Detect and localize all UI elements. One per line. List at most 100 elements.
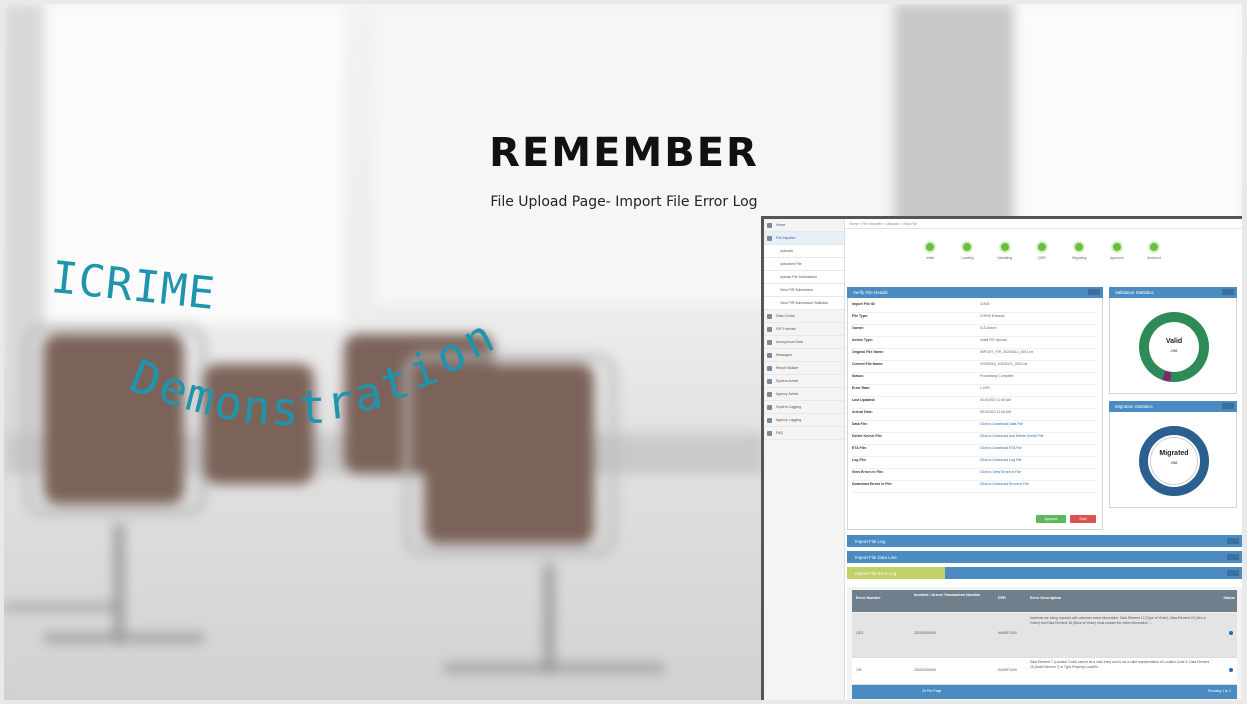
sidebar-item[interactable]: Data Centre: [764, 310, 844, 323]
expand-icon[interactable]: [1227, 538, 1239, 544]
sidebar-item[interactable]: Anonymous Data: [764, 336, 844, 349]
dfr-value: HAHRF1200: [998, 631, 1017, 635]
detail-row: Import File ID: 11503: [852, 302, 1098, 313]
panel-tools-icon[interactable]: [1222, 403, 1234, 409]
detail-link[interactable]: Click to Download Log File: [980, 458, 1021, 462]
approve-button[interactable]: Approve: [1036, 515, 1066, 523]
detail-value: Processing Complete: [980, 374, 1014, 378]
detail-row: Delete Kernel File: Click to Download and…: [852, 434, 1098, 445]
slide-title: REMEMBER: [489, 130, 759, 176]
detail-key: ETA File:: [852, 446, 867, 450]
slide: REMEMBER File Upload Page- Import File E…: [4, 4, 1242, 700]
expand-icon[interactable]: [1227, 554, 1239, 560]
error-number: 1201: [856, 631, 864, 635]
check-icon: [1147, 241, 1160, 253]
detail-link[interactable]: Click to Download ETA File: [980, 446, 1022, 450]
menu-icon: [767, 365, 772, 371]
detail-row: Original File Name: IMPORT_FIR_20200511_0…: [852, 350, 1098, 361]
workflow-step: QDR: [1029, 241, 1055, 260]
expand-icon[interactable]: [1227, 570, 1239, 576]
panel-tools-icon[interactable]: [1088, 289, 1100, 295]
workflow-step: Initial: [917, 241, 943, 260]
sidebar-item[interactable]: Uploads: [764, 245, 844, 258]
sidebar-item-label: View FIR Submission: [780, 288, 814, 292]
sidebar-item[interactable]: FAQ: [764, 427, 844, 440]
detail-value: CHRIS Extracts: [980, 314, 1005, 318]
col-transaction-number[interactable]: Incident / Arrest Transaction Number: [914, 593, 984, 597]
sidebar-item[interactable]: Messages: [764, 349, 844, 362]
sidebar-item[interactable]: System Logging: [764, 401, 844, 414]
error-number: 109: [856, 668, 862, 672]
menu-icon: [767, 326, 772, 332]
watermark-letter: s: [269, 381, 300, 437]
sidebar-item[interactable]: Report Builder: [764, 362, 844, 375]
validation-panel-title: Validation Statistics: [1115, 290, 1154, 295]
detail-row: Download Errors in File: Click to Downloa…: [852, 482, 1098, 493]
menu-icon: [767, 404, 772, 410]
workflow-step-label: Validating: [997, 256, 1013, 260]
detail-link[interactable]: Click to Download Data File: [980, 422, 1023, 426]
watermark-letter: n: [240, 378, 274, 436]
app-screenshot: Home File Importer Uploads Uploaded File Upl…: [761, 216, 1242, 700]
workflow-step-label: Migrating: [1072, 256, 1087, 260]
pager-info: Showing 1 to 2: [1207, 689, 1231, 693]
watermark-demonstration: Demonstration: [123, 309, 503, 437]
import-file-data-line-bar[interactable]: Import File Data Line: [847, 551, 1242, 563]
sidebar-item[interactable]: Uploaded File: [764, 258, 844, 271]
workflow-step: Validating: [992, 241, 1018, 260]
sidebar-item[interactable]: View FIR Submission Statistics: [764, 297, 844, 310]
sidebar-item-label: Messages: [776, 353, 792, 357]
slide-subtitle: File Upload Page- Import File Error Log: [490, 194, 758, 210]
migration-panel-title: Migration Statistics: [1115, 404, 1153, 409]
sidebar-item[interactable]: Home: [764, 219, 844, 232]
validation-donut-chart: Valid 298: [1139, 312, 1209, 382]
page-size-selector[interactable]: 25 Per Page: [922, 689, 941, 693]
status-icon[interactable]: [1229, 668, 1233, 672]
workflow-step-label: Approval: [1109, 256, 1124, 260]
detail-link[interactable]: Click to View Errors in File: [980, 470, 1021, 474]
sidebar-item[interactable]: Agency Logging: [764, 414, 844, 427]
sidebar-item-label: Report Builder: [776, 366, 799, 370]
sidebar-item-label: Agency Logging: [776, 418, 802, 422]
sidebar-item[interactable]: File Importer: [764, 232, 844, 245]
import-file-error-log-bar[interactable]: Import File Error Log: [847, 567, 1242, 579]
table-row[interactable]: 1201 202200000000 HAHRF1200 Incidents ar…: [852, 613, 1237, 658]
sidebar-item[interactable]: FIR Forensic: [764, 323, 844, 336]
col-error-description[interactable]: Error Description: [1030, 596, 1061, 600]
sidebar-item-label: Anonymous Data: [776, 340, 803, 344]
detail-key: Status:: [852, 374, 864, 378]
detail-key: Action Type:: [852, 338, 873, 342]
menu-icon: [767, 417, 772, 423]
detail-key: Log File:: [852, 458, 867, 462]
col-status[interactable]: Status: [1223, 596, 1235, 600]
col-error-number[interactable]: Error Number: [856, 596, 881, 600]
detail-value: IMPORT_FIR_20200511_0001.txt: [980, 350, 1033, 354]
detail-key: Delete Kernel File:: [852, 434, 883, 438]
status-icon[interactable]: [1229, 631, 1233, 635]
detail-key: Data File:: [852, 422, 868, 426]
sidebar-item[interactable]: System Admin: [764, 375, 844, 388]
import-file-log-bar[interactable]: Import File Log: [847, 535, 1242, 547]
detail-link[interactable]: Click to Download Errors in File: [980, 482, 1029, 486]
sidebar-item[interactable]: View FIR Submission: [764, 284, 844, 297]
transaction-number: 202200000000: [914, 631, 937, 635]
menu-icon: [767, 222, 772, 228]
detail-key: File Type:: [852, 314, 869, 318]
table-row[interactable]: 109 202200000000 HAHRF1200 Data Element …: [852, 658, 1237, 685]
detail-link[interactable]: Click to Download and Delete Kernel File: [980, 434, 1044, 438]
col-dfr[interactable]: DFR: [998, 596, 1006, 600]
check-icon: [1110, 241, 1123, 253]
sidebar-item[interactable]: Agency Admin: [764, 388, 844, 401]
main-content: Home > File Importer > Uploads > View Fi…: [845, 219, 1242, 700]
detail-value: 11503: [980, 302, 990, 306]
detail-row: Arrival Date: 5/19/2020 11:08 AM: [852, 410, 1098, 421]
workflow-step-label: Loading: [961, 256, 974, 260]
sidebar-item[interactable]: Upload File Submission: [764, 271, 844, 284]
workflow-step: Approval: [1104, 241, 1130, 260]
panel-tools-icon[interactable]: [1222, 289, 1234, 295]
sidebar-item-label: Uploaded File: [780, 262, 802, 266]
workflow-step: Migrating: [1066, 241, 1092, 260]
detail-key: Original File Name:: [852, 350, 884, 354]
stop-button[interactable]: Stop: [1070, 515, 1096, 523]
detail-row: Current File Name: 00000016_20200511_0001…: [852, 362, 1098, 373]
